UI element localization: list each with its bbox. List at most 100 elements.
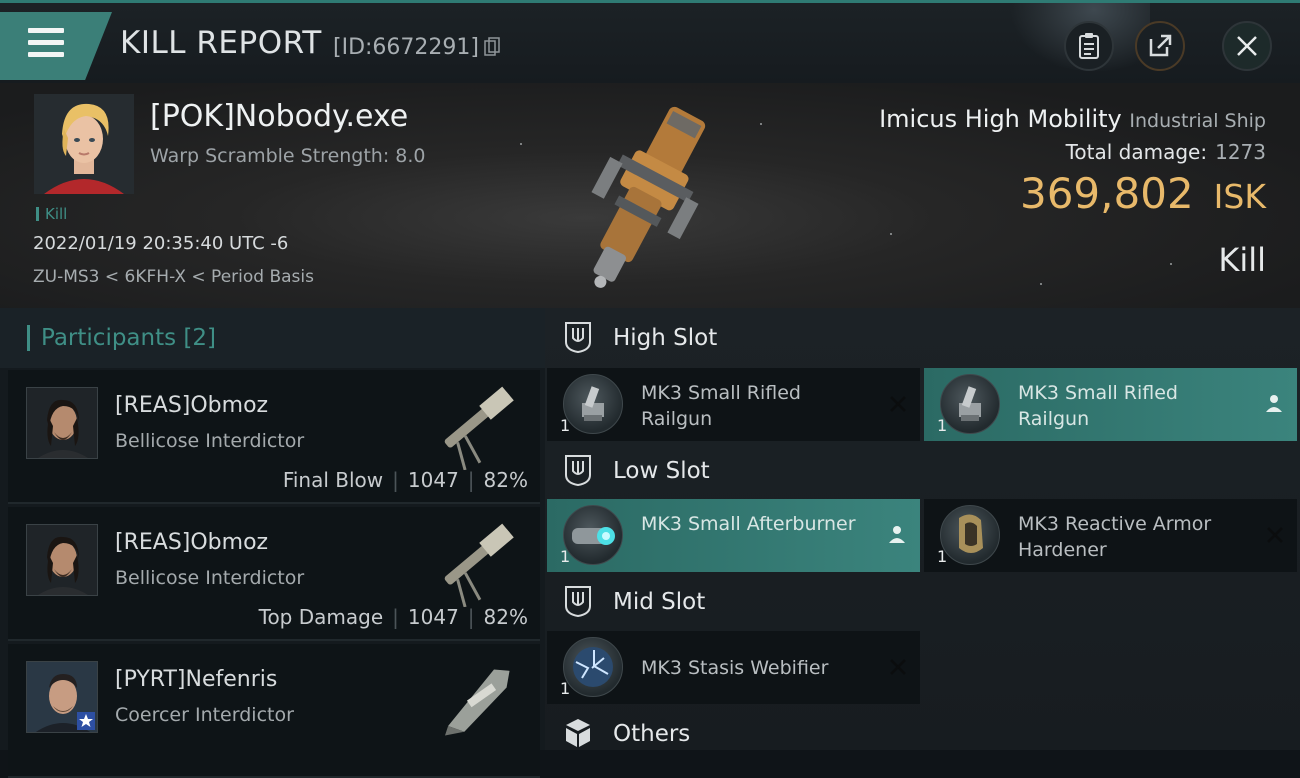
module-item[interactable]: 1 MK3 Small Afterburner [547,499,920,572]
high-slot-icon [565,322,591,354]
kill-tag: Kill [36,205,67,223]
low-slot-icon [565,455,591,487]
participant-ship: Bellicose Interdictor [115,430,305,452]
participants-panel: Participants [2] [REAS]Obmoz Bellicose I… [0,308,545,778]
destroyed-x-icon [1267,527,1283,543]
participant-percent: 82% [483,468,528,492]
module-item[interactable]: 1 MK3 Stasis Webifier [547,631,920,704]
person-icon [1266,395,1282,412]
module-item[interactable]: 1 MK3 Small Rifled Railgun [924,368,1297,441]
participant-row[interactable]: [PYRT]Nefenris Coercer Interdictor [8,644,540,778]
participants-label: Participants [41,325,177,351]
header-accent [27,325,30,351]
participant-ship-image [444,523,514,607]
participant-avatar[interactable] [26,387,98,459]
stasis-webifier-module-icon [563,637,623,697]
total-damage-label: Total damage: [1065,140,1208,164]
participant-portrait [27,388,97,458]
divider: | [467,605,475,629]
cargo-box-icon [566,719,590,747]
module-item[interactable]: 1 MK3 Reactive Armor Hardener [924,499,1297,572]
page-title: KILL REPORT [120,25,322,61]
kill-datetime: 2022/01/19 20:35:40 UTC -6 [33,233,289,254]
participant-name[interactable]: [REAS]Obmoz [115,393,268,418]
participants-header: Participants [2] [0,308,545,368]
victim-ship-image[interactable] [555,88,735,303]
header-bar: KILL REPORT [ID:6672291] [0,3,1300,83]
participant-role: Final Blow [282,468,384,492]
divider: | [392,468,399,492]
participant-percent: 82% [483,605,528,629]
victim-portrait[interactable] [34,94,134,194]
menu-button[interactable] [0,12,112,80]
destroyed-x-icon [890,659,906,675]
participant-stats: Final Blow | 1047 | 82% [283,468,528,492]
participants-count: [2] [183,325,217,351]
clipboard-button[interactable] [1064,21,1114,71]
ship-name-text[interactable]: Imicus High Mobility [879,105,1122,133]
victim-avatar [34,94,134,194]
isk-value: 369,802 ISK [1020,169,1266,218]
mid-slot-icon [565,586,591,618]
participant-name[interactable]: [PYRT]Nefenris [115,667,277,692]
participant-avatar[interactable] [26,524,98,596]
afterburner-module-icon [563,505,623,565]
high-slot-header: High Slot [545,308,1300,368]
mid-slot-title: Mid Slot [613,589,706,615]
divider: | [392,605,399,629]
menu-icon-bar [28,52,64,57]
participant-role: Top Damage [258,605,384,629]
clipboard-icon [1079,33,1099,59]
others-header: Others [545,704,1300,764]
participant-avatar[interactable] [26,661,98,733]
kill-location[interactable]: ZU-MS3 < 6KFH-X < Period Basis [33,267,314,287]
high-slot-title: High Slot [613,325,718,351]
mid-slot-header: Mid Slot [545,572,1300,632]
participants-title: Participants [2] [41,325,216,351]
menu-icon [28,28,64,33]
total-damage-value: 1273 [1215,140,1266,164]
module-name: MK3 Stasis Webifier [641,657,829,679]
module-name: MK3 Reactive Armor Hardener [1018,513,1212,561]
share-icon [1149,34,1172,57]
star [1170,263,1172,265]
participant-ship: Bellicose Interdictor [115,567,305,589]
victim-ship-name: Imicus High Mobility Industrial Ship [879,105,1266,133]
fittings-panel: High Slot 1 MK3 Small Rifled Railgun 1 M… [545,308,1300,750]
module-name: MK3 Small Rifled Railgun [1018,382,1178,430]
armor-hardener-module-icon [940,505,1000,565]
report-id: [ID:6672291] [333,35,479,60]
participant-ship-image [444,386,514,470]
close-button[interactable] [1222,21,1272,71]
share-button[interactable] [1135,21,1185,71]
participant-row[interactable]: [REAS]Obmoz Bellicose Interdictor Top Da… [8,507,540,641]
total-damage: Total damage: 1273 [1066,140,1266,164]
module-quantity: 1 [560,416,571,435]
participant-ship-image [444,669,510,736]
victim-name[interactable]: [POK]Nobody.exe [150,99,408,134]
isk-unit: ISK [1213,177,1266,216]
module-quantity: 1 [560,547,571,566]
railgun-module-icon [940,374,1000,434]
module-quantity: 1 [560,679,571,698]
star [890,233,892,235]
participant-stats: Top Damage | 1047 | 82% [259,605,528,629]
participant-name[interactable]: [REAS]Obmoz [115,530,268,555]
star [1040,283,1042,285]
star [520,143,522,145]
star-badge-icon [77,712,95,730]
module-quantity: 1 [937,547,948,566]
low-slot-title: Low Slot [613,458,710,484]
module-name: MK3 Small Rifled Railgun [641,382,801,430]
participant-damage: 1047 [407,605,459,629]
participant-damage: 1047 [407,468,459,492]
star [760,123,762,125]
module-quantity: 1 [937,416,948,435]
module-item[interactable]: 1 MK3 Small Rifled Railgun [547,368,920,441]
victim-panel: [POK]Nobody.exe Warp Scramble Strength: … [0,83,1300,308]
copy-icon[interactable] [484,37,500,57]
participant-row[interactable]: [REAS]Obmoz Bellicose Interdictor Final … [8,370,540,504]
ship-class: Industrial Ship [1129,110,1266,132]
module-name: MK3 Small Afterburner [641,513,856,535]
warp-scramble-strength: Warp Scramble Strength: 8.0 [150,145,426,167]
